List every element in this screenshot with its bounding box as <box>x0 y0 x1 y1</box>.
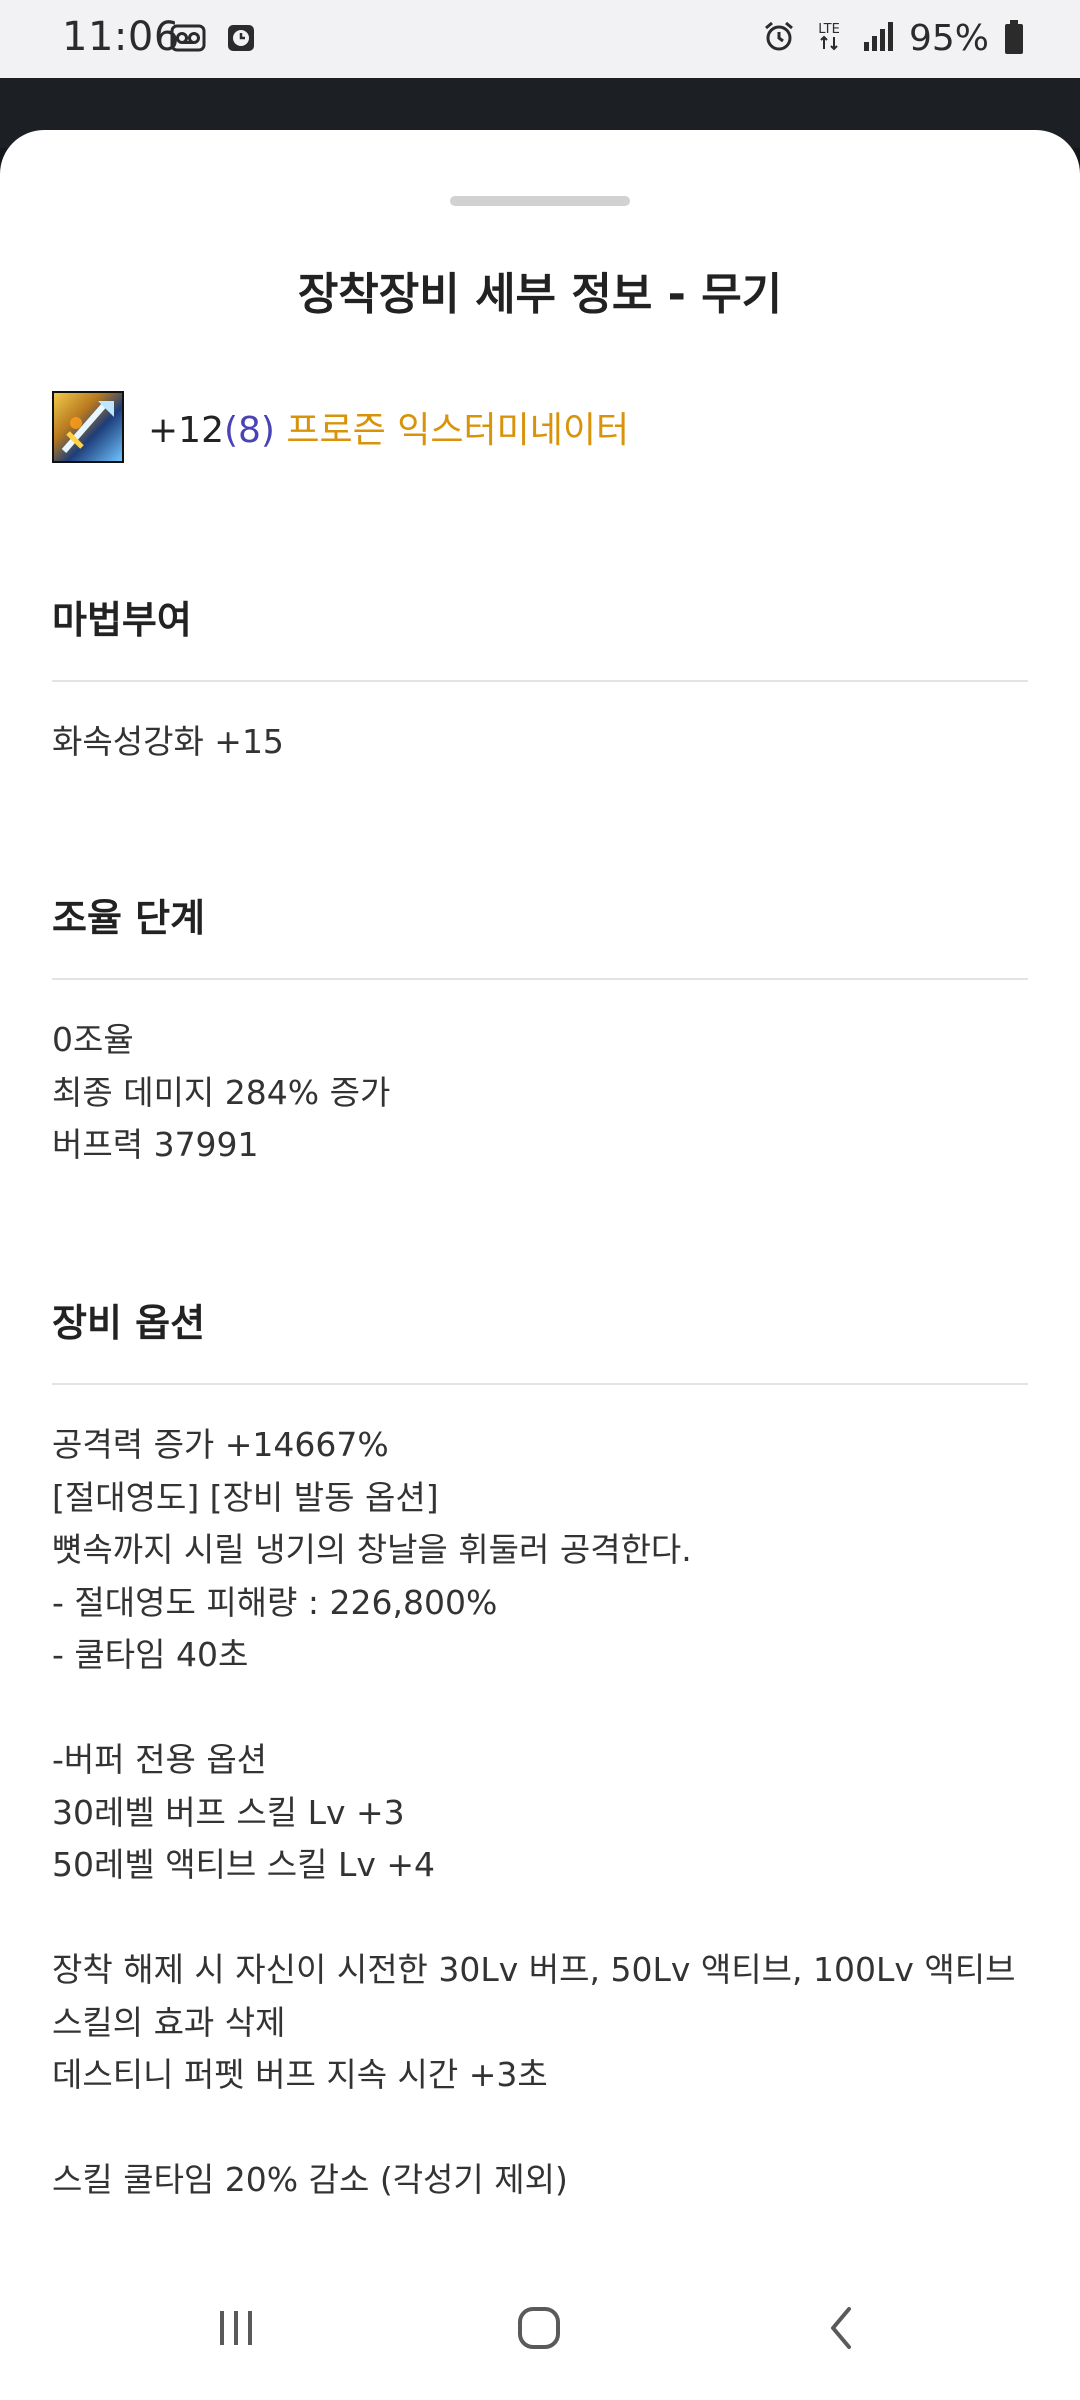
option-line: 스킬 쿨타임 20% 감소 (각성기 제외) <box>52 2160 568 2199</box>
item-name: +12(8) 프로즌 익스터미네이터 <box>148 401 629 453</box>
option-blank-line <box>52 1892 1028 1945</box>
options-header: 장비 옵션 <box>52 1301 206 1345</box>
option-line: [절대영도] [장비 발동 옵션] <box>52 1477 439 1517</box>
tuning-section: 조율 단계 0조율 최종 데미지 284% 증가 버프력 37991 <box>52 888 1028 1172</box>
battery-percent: 95% <box>908 18 989 59</box>
home-button[interactable] <box>494 2300 584 2360</box>
enchant-section: 마법부여 화속성강화 +15 <box>52 590 1028 769</box>
back-button[interactable] <box>796 2300 886 2360</box>
home-icon <box>516 2305 562 2355</box>
option-line: - 절대영도 피해량 : 226,800% <box>52 1582 498 1622</box>
item-enhance-level: +12 <box>148 410 224 451</box>
clock-app-icon <box>226 22 256 58</box>
tuning-line: 0조율 <box>52 1020 134 1059</box>
battery-icon <box>1003 19 1025 59</box>
option-line: 50레벨 액티브 스킬 Lv +4 <box>52 1845 436 1884</box>
option-line: 공격력 증가 +14667% <box>52 1425 389 1464</box>
lte-icon: LTE <box>811 19 847 59</box>
drag-handle[interactable] <box>450 196 630 206</box>
enchant-header: 마법부여 <box>52 598 192 642</box>
sheet-title: 장착장비 세부 정보 - 무기 <box>297 269 783 320</box>
enchant-divider <box>52 680 1028 682</box>
option-line: - 쿨타임 40초 <box>52 1635 249 1674</box>
options-section: 장비 옵션 공격력 증가 +14667% [절대영도] [장비 발동 옵션] 뼛… <box>52 1293 1028 2207</box>
item-header: +12(8) 프로즌 익스터미네이터 <box>52 390 629 464</box>
tuning-body: 0조율 최종 데미지 284% 증가 버프력 37991 <box>52 1014 1028 1172</box>
status-time: 11:06 <box>62 14 180 60</box>
option-line: -버퍼 전용 옵션 <box>52 1740 268 1779</box>
tuning-line: 최종 데미지 284% 증가 <box>52 1072 391 1112</box>
item-title: 프로즌 익스터미네이터 <box>274 410 630 451</box>
recents-icon <box>214 2307 258 2353</box>
tuning-divider <box>52 978 1028 980</box>
tuning-line: 버프력 37991 <box>52 1125 259 1164</box>
option-blank-line <box>52 1682 1028 1735</box>
option-blank-line <box>52 2102 1028 2155</box>
option-line: 30레벨 버프 스킬 Lv +3 <box>52 1792 405 1832</box>
tuning-header: 조율 단계 <box>52 896 206 940</box>
status-right-icons: LTE 95% <box>761 18 1025 59</box>
signal-icon <box>861 20 895 58</box>
alarm-icon <box>761 19 797 59</box>
enchant-line: 화속성강화 +15 <box>52 722 284 761</box>
enchant-body: 화속성강화 +15 <box>52 716 1028 769</box>
recents-button[interactable] <box>191 2300 281 2360</box>
option-line: 장착 해제 시 자신이 시전한 30Lv 버프, 50Lv 액티브, 100Lv… <box>52 1950 1016 2042</box>
navigation-bar <box>0 2260 1080 2400</box>
voicemail-icon <box>170 22 206 58</box>
status-bar: 11:06 LTE 95% <box>0 0 1080 78</box>
option-line: 뼛속까지 시릴 냉기의 창날을 휘둘러 공격한다. <box>52 1530 692 1569</box>
back-icon <box>823 2305 859 2355</box>
status-left-icons <box>170 22 256 58</box>
option-line: 데스티니 퍼펫 버프 지속 시간 +3초 <box>52 2055 548 2094</box>
options-divider <box>52 1383 1028 1385</box>
equipment-detail-sheet: 장착장비 세부 정보 - 무기 +12(8) 프로즌 익스터미네이터 마법부여 … <box>0 130 1080 2400</box>
svg-text:LTE: LTE <box>818 22 840 37</box>
weapon-icon <box>52 391 124 463</box>
options-body: 공격력 증가 +14667% [절대영도] [장비 발동 옵션] 뼛속까지 시릴… <box>52 1419 1028 2207</box>
item-amplify-level: (8) <box>223 410 275 451</box>
